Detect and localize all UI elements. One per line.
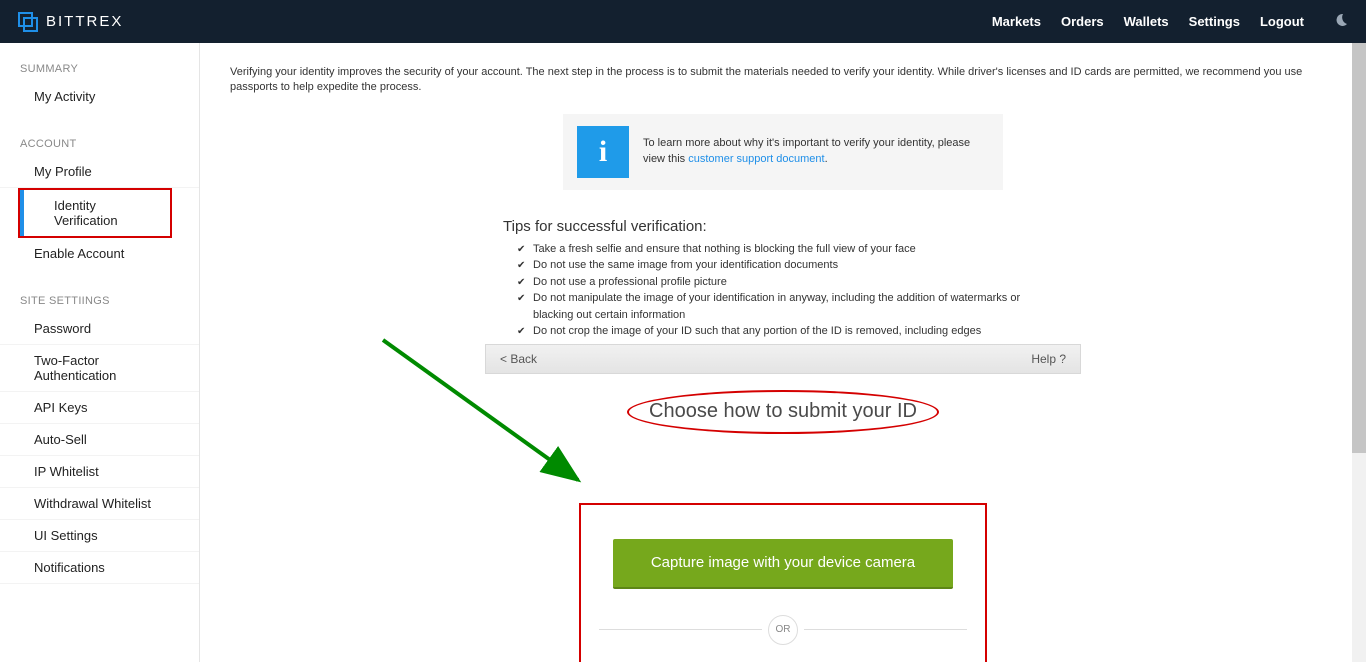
sidebar-item-identity-verification[interactable]: Identity Verification bbox=[20, 190, 170, 236]
annotation-red-box-sidebar: Identity Verification bbox=[18, 188, 172, 238]
scrollbar[interactable] bbox=[1352, 43, 1366, 662]
tip-item: Do not use the same image from your iden… bbox=[503, 257, 1063, 274]
sidebar-item-my-profile[interactable]: My Profile bbox=[0, 156, 199, 188]
info-text-after: . bbox=[825, 153, 828, 165]
sidebar-item-withdrawal-whitelist[interactable]: Withdrawal Whitelist bbox=[0, 488, 199, 520]
dark-mode-icon[interactable] bbox=[1334, 13, 1348, 30]
back-button[interactable]: < Back bbox=[500, 352, 537, 366]
nav-wallets[interactable]: Wallets bbox=[1124, 14, 1169, 29]
tip-item: Do not crop the image of your ID such th… bbox=[503, 323, 1063, 340]
scrollbar-thumb[interactable] bbox=[1352, 43, 1366, 453]
nav-logout[interactable]: Logout bbox=[1260, 14, 1304, 29]
tip-item: Do not use a professional profile pictur… bbox=[503, 274, 1063, 291]
main-content: Verifying your identity improves the sec… bbox=[200, 43, 1366, 662]
nav-orders[interactable]: Orders bbox=[1061, 14, 1104, 29]
brand[interactable]: BITTREX bbox=[18, 12, 123, 32]
sidebar-item-ip-whitelist[interactable]: IP Whitelist bbox=[0, 456, 199, 488]
info-banner: i To learn more about why it's important… bbox=[563, 114, 1003, 190]
top-nav: BITTREX Markets Orders Wallets Settings … bbox=[0, 0, 1366, 43]
step-nav-bar: < Back Help ? bbox=[485, 344, 1081, 374]
choose-title-wrap: Choose how to submit your ID bbox=[230, 400, 1336, 423]
nav-markets[interactable]: Markets bbox=[992, 14, 1041, 29]
sidebar-item-my-activity[interactable]: My Activity bbox=[0, 81, 199, 112]
sidebar-item-api-keys[interactable]: API Keys bbox=[0, 392, 199, 424]
sidebar-section-summary: SUMMARY bbox=[0, 57, 199, 81]
tips-block: Tips for successful verification: Take a… bbox=[503, 218, 1063, 340]
info-text: To learn more about why it's important t… bbox=[643, 136, 989, 167]
brand-logo-icon bbox=[18, 12, 38, 32]
nav-settings[interactable]: Settings bbox=[1189, 14, 1240, 29]
capture-image-button[interactable]: Capture image with your device camera bbox=[613, 539, 953, 589]
or-divider: OR bbox=[599, 615, 967, 645]
divider-line bbox=[599, 629, 762, 630]
info-icon: i bbox=[577, 126, 629, 178]
or-label: OR bbox=[768, 615, 798, 645]
submit-options-box: Capture image with your device camera OR… bbox=[579, 503, 987, 662]
sidebar-item-auto-sell[interactable]: Auto-Sell bbox=[0, 424, 199, 456]
sidebar-item-notifications[interactable]: Notifications bbox=[0, 552, 199, 584]
sidebar-item-enable-account[interactable]: Enable Account bbox=[0, 238, 199, 269]
sidebar-section-account: ACCOUNT bbox=[0, 132, 199, 156]
sidebar: SUMMARY My Activity ACCOUNT My Profile I… bbox=[0, 43, 200, 662]
sidebar-item-password[interactable]: Password bbox=[0, 313, 199, 345]
sidebar-item-ui-settings[interactable]: UI Settings bbox=[0, 520, 199, 552]
tip-item: Do not manipulate the image of your iden… bbox=[503, 290, 1063, 323]
tip-item: Take a fresh selfie and ensure that noth… bbox=[503, 241, 1063, 258]
sidebar-section-site-settings: SITE SETTIINGS bbox=[0, 289, 199, 313]
nav-links: Markets Orders Wallets Settings Logout bbox=[992, 13, 1348, 30]
brand-name: BITTREX bbox=[46, 13, 123, 30]
choose-title: Choose how to submit your ID bbox=[649, 400, 917, 423]
customer-support-link[interactable]: customer support document bbox=[688, 153, 824, 165]
divider-line bbox=[804, 629, 967, 630]
intro-text: Verifying your identity improves the sec… bbox=[230, 65, 1336, 96]
tips-title: Tips for successful verification: bbox=[503, 218, 1063, 235]
sidebar-item-two-factor[interactable]: Two-Factor Authentication bbox=[0, 345, 199, 392]
help-button[interactable]: Help ? bbox=[1031, 352, 1066, 366]
tips-list: Take a fresh selfie and ensure that noth… bbox=[503, 241, 1063, 340]
